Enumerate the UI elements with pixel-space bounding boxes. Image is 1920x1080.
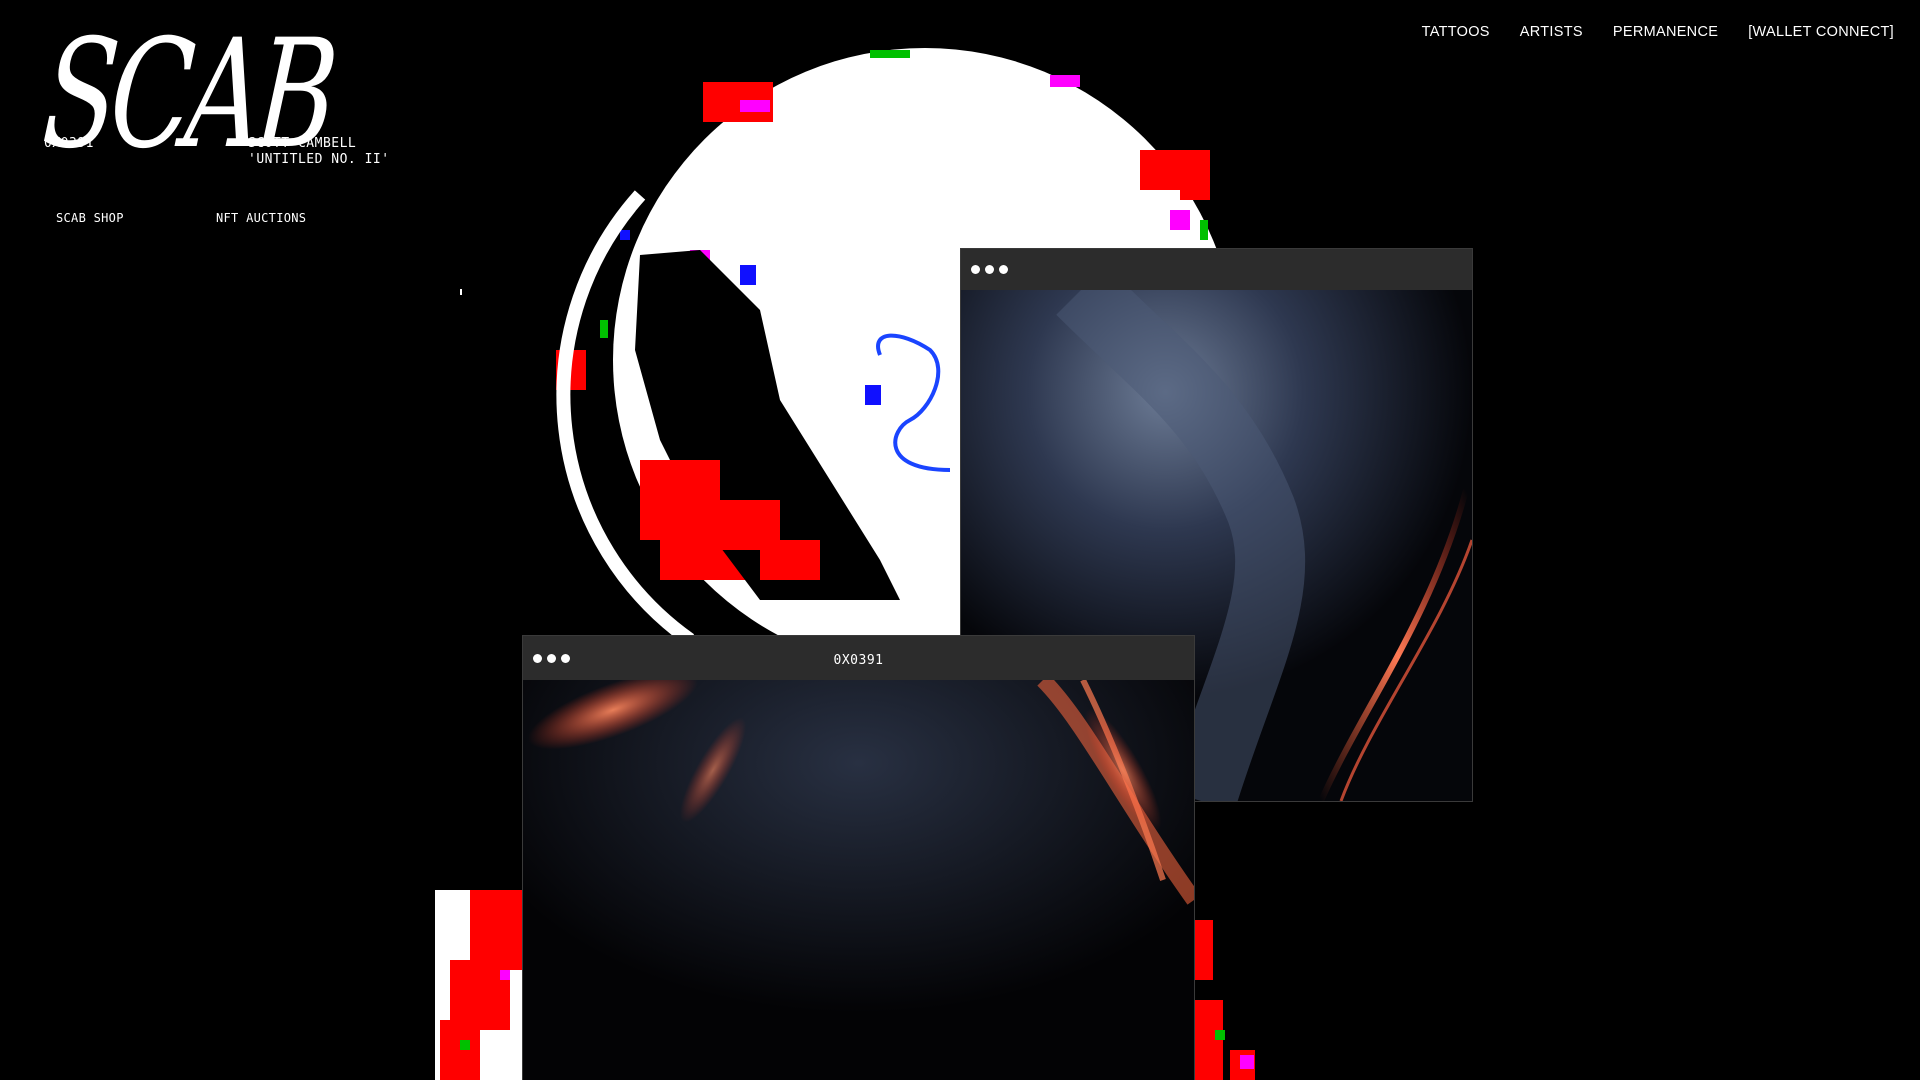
sub-navigation: SCAB SHOP NFT AUCTIONS — [56, 211, 306, 225]
artist-name: SCOTT CAMBELL — [248, 136, 357, 151]
page: SCAB 0X0391 SCOTT CAMBELL 'UNTITLED NO. … — [0, 0, 1920, 1080]
window-titlebar[interactable]: 0X0391 — [523, 636, 1194, 680]
top-navigation: TATTOOS ARTISTS PERMANENCE [WALLET CONNE… — [1422, 24, 1894, 40]
nav-tattoos[interactable]: TATTOOS — [1422, 24, 1490, 40]
artwork-title: 'UNTITLED NO. II' — [248, 152, 390, 167]
artwork-meta: SCOTT CAMBELL 'UNTITLED NO. II' — [248, 136, 390, 168]
nav-artists[interactable]: ARTISTS — [1520, 24, 1583, 40]
artwork-window-left[interactable]: 0X0391 — [522, 635, 1195, 1080]
scab-shop-link[interactable]: SCAB SHOP — [56, 211, 216, 225]
token-id: 0X0391 — [44, 136, 94, 151]
artwork-image — [523, 670, 1194, 1080]
nav-wallet-connect[interactable]: [WALLET CONNECT] — [1748, 24, 1894, 40]
window-title — [961, 249, 1472, 293]
window-title: 0X0391 — [833, 653, 884, 668]
nav-permanence[interactable]: PERMANENCE — [1613, 24, 1718, 40]
nft-auctions-link[interactable]: NFT AUCTIONS — [216, 211, 306, 225]
window-titlebar[interactable] — [961, 249, 1472, 290]
cursor-tick — [460, 289, 462, 295]
